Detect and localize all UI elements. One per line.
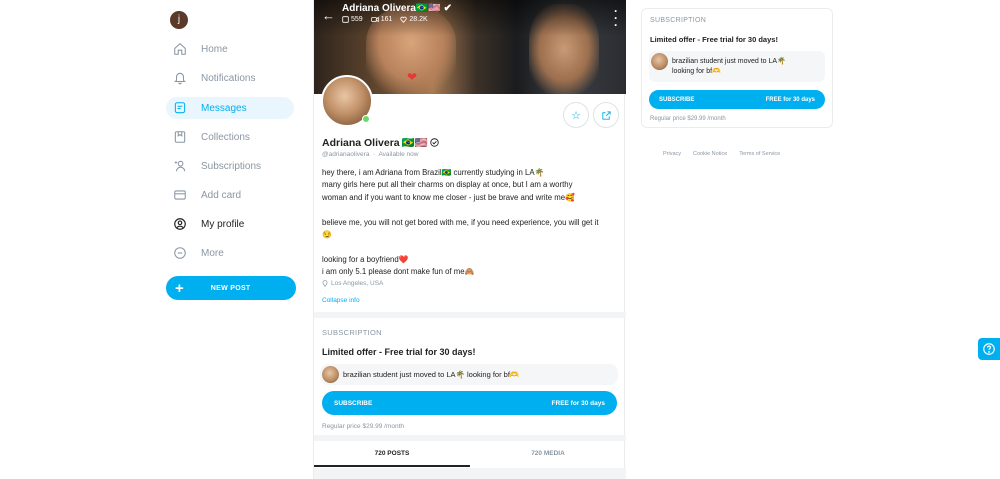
nav-more[interactable]: More <box>166 242 294 264</box>
heart-icon <box>400 16 408 23</box>
more-options-icon[interactable]: · · · <box>614 5 618 31</box>
profile-name: Adriana Olivera 🇧🇷🇺🇸 <box>322 136 439 149</box>
heart-sticker-icon: ❤ <box>407 70 418 84</box>
plus-icon: + <box>175 279 184 297</box>
subscribe-button[interactable]: SUBSCRIBE FREE for 30 days <box>322 391 617 415</box>
star-icon: ☆ <box>571 109 581 122</box>
subscriptions-icon <box>172 158 188 174</box>
nav-label: Messages <box>201 102 247 114</box>
location-pin-icon <box>322 280 328 287</box>
cover-title: Adriana Olivera🇧🇷🇺🇸 ✔ <box>342 3 452 14</box>
bell-icon <box>172 70 188 86</box>
help-button[interactable] <box>978 338 1000 360</box>
favorite-button[interactable]: ☆ <box>563 102 589 128</box>
help-icon <box>983 343 995 355</box>
subscription-heading: SUBSCRIPTION <box>650 17 707 24</box>
new-post-button[interactable]: + NEW POST <box>166 276 296 300</box>
tab-posts[interactable]: 720 POSTS <box>314 442 470 467</box>
user-avatar[interactable]: j <box>170 11 188 29</box>
terms-link[interactable]: Terms of Service <box>739 151 780 157</box>
profile-location: Los Angeles, USA <box>322 280 383 287</box>
image-icon <box>342 16 349 23</box>
nav-label: Subscriptions <box>201 160 262 172</box>
subscription-message: brazilian student just moved to LA🌴 look… <box>649 51 825 82</box>
mini-avatar <box>651 53 668 70</box>
collapse-info-link[interactable]: Collapse info <box>322 297 360 304</box>
nav-messages[interactable]: Messages <box>166 97 294 119</box>
subscription-card: SUBSCRIPTION Limited offer - Free trial … <box>641 8 833 128</box>
nav-label: Notifications <box>201 72 256 84</box>
nav-label: More <box>201 247 224 259</box>
nav-subscriptions[interactable]: Subscriptions <box>166 155 294 177</box>
mini-avatar <box>322 366 339 383</box>
subscription-offer: Limited offer - Free trial for 30 days! <box>322 347 476 357</box>
likes-count: 28.2K <box>400 16 428 23</box>
feed-area <box>314 468 626 479</box>
profile-column: ← Adriana Olivera🇧🇷🇺🇸 ✔ 559 161 28.2K · ·… <box>313 0 626 479</box>
nav-label: Collections <box>201 131 250 143</box>
left-sidebar: j Home Notifications Messages Collection… <box>160 0 305 479</box>
nav-notifications[interactable]: Notifications <box>166 67 294 89</box>
back-arrow-icon[interactable]: ← <box>322 8 335 23</box>
profile-handle: @adrianaolivera · Available now <box>322 151 419 158</box>
bookmark-icon <box>172 129 188 145</box>
home-icon <box>172 41 188 57</box>
subscription-offer: Limited offer - Free trial for 30 days! <box>650 35 778 44</box>
profile-icon <box>172 216 188 232</box>
nav-my-profile[interactable]: My profile <box>166 213 294 235</box>
regular-price: Regular price $29.99 /month <box>650 116 726 122</box>
nav-home[interactable]: Home <box>166 38 294 60</box>
message-icon <box>172 100 188 116</box>
profile-stats: 559 161 28.2K <box>342 16 428 23</box>
nav-label: My profile <box>201 218 245 230</box>
share-button[interactable] <box>593 102 619 128</box>
privacy-link[interactable]: Privacy <box>663 151 681 157</box>
nav-add-card[interactable]: Add card <box>166 184 294 206</box>
cookie-notice-link[interactable]: Cookie Notice <box>693 151 727 157</box>
divider <box>314 312 626 318</box>
online-indicator <box>362 115 370 123</box>
tab-media[interactable]: 720 MEDIA <box>470 442 626 467</box>
videos-count: 161 <box>370 16 392 23</box>
verified-icon <box>430 138 439 147</box>
share-icon <box>601 110 611 120</box>
video-icon <box>370 16 379 23</box>
nav-label: Home <box>201 43 228 55</box>
footer-links: Privacy Cookie Notice Terms of Service <box>663 151 780 157</box>
photos-count: 559 <box>342 16 363 23</box>
subscribe-button[interactable]: SUBSCRIBE FREE for 30 days <box>649 90 825 109</box>
content-tabs: 720 POSTS 720 MEDIA <box>314 442 626 467</box>
nav-collections[interactable]: Collections <box>166 126 294 148</box>
divider <box>314 435 626 441</box>
card-icon <box>172 187 188 203</box>
nav-label: Add card <box>201 189 242 201</box>
subscription-heading: SUBSCRIPTION <box>322 328 382 337</box>
more-icon <box>172 245 188 261</box>
profile-bio: hey there, i am Adriana from Brazil🇧🇷 cu… <box>322 168 599 277</box>
subscription-message: brazilian student just moved to LA🌴 look… <box>320 364 618 385</box>
regular-price: Regular price $29.99 /month <box>322 423 405 430</box>
